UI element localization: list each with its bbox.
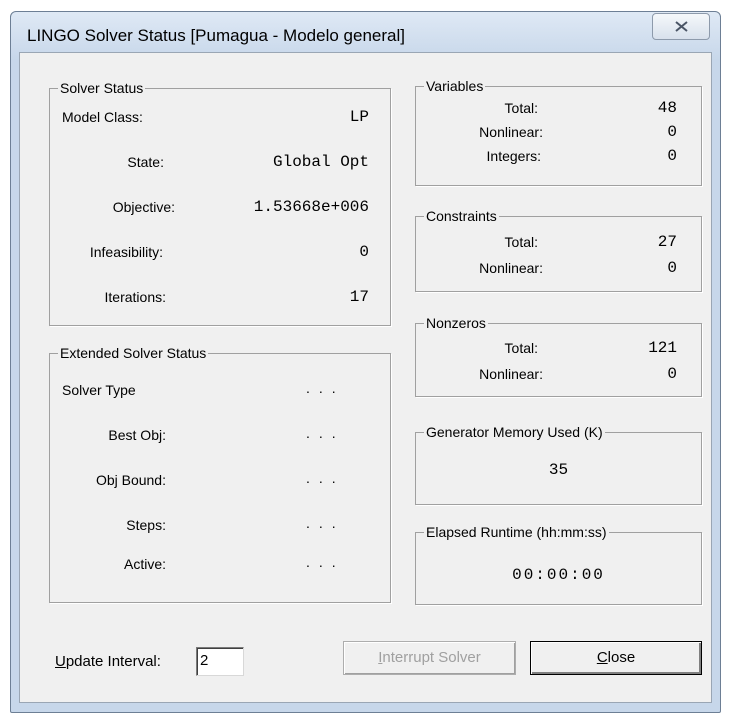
window-title: LINGO Solver Status [Pumagua - Modelo ge… — [27, 26, 405, 45]
elapsed-runtime-group: Elapsed Runtime (hh:mm:ss) — [415, 524, 702, 605]
solver-status-legend: Solver Status — [60, 80, 144, 96]
update-interval-label: Update Interval: — [55, 653, 161, 670]
nonzeros-nonlinear-value: 0 — [667, 365, 677, 383]
interrupt-solver-button[interactable]: Interrupt Solver — [343, 641, 516, 675]
update-interval-label-text: pdate Interval: — [65, 653, 161, 670]
iterations-label: Iterations: — [104, 289, 166, 305]
objective-value: 1.53668e+006 — [253, 198, 369, 216]
close-icon — [675, 21, 688, 32]
active-label: Active: — [123, 556, 166, 572]
infeasibility-label: Infeasibility: — [89, 244, 163, 260]
variables-nonlinear-value: 0 — [667, 123, 677, 141]
variables-nonlinear-label: Nonlinear: — [479, 124, 543, 140]
constraints-total-value: 27 — [657, 233, 677, 251]
variables-integers-label: Integers: — [486, 148, 541, 164]
iterations-value: 17 — [349, 288, 369, 306]
steps-value: ... — [306, 515, 345, 531]
close-label-text: lose — [607, 649, 636, 666]
nonzeros-total-label: Total: — [504, 340, 538, 356]
constraints-total-label: Total: — [504, 234, 538, 250]
generator-memory-legend: Generator Memory Used (K) — [426, 424, 603, 440]
nonzeros-total-value: 121 — [648, 339, 677, 357]
active-value: ... — [306, 554, 345, 570]
variables-total-value: 48 — [657, 99, 677, 117]
state-value: Global Opt — [272, 153, 369, 171]
nonzeros-nonlinear-label: Nonlinear: — [479, 366, 543, 382]
best-obj-label: Best Obj: — [108, 427, 166, 443]
infeasibility-value: 0 — [359, 243, 369, 261]
constraints-nonlinear-value: 0 — [667, 259, 677, 277]
window-close-button[interactable] — [652, 13, 710, 40]
variables-integers-value: 0 — [667, 147, 677, 165]
update-interval-input[interactable]: 2 — [196, 647, 244, 676]
extended-solver-status-legend: Extended Solver Status — [60, 345, 207, 361]
interrupt-label-text: nterrupt Solver — [382, 649, 481, 666]
steps-label: Steps: — [126, 517, 166, 533]
nonzeros-legend: Nonzeros — [426, 315, 486, 331]
elapsed-runtime-legend: Elapsed Runtime (hh:mm:ss) — [426, 524, 607, 540]
solver-type-value: ... — [306, 380, 345, 396]
variables-total-label: Total: — [504, 100, 538, 116]
variables-legend: Variables — [426, 78, 484, 94]
update-interval-mnemonic: U — [55, 653, 66, 670]
constraints-nonlinear-label: Nonlinear: — [479, 260, 543, 276]
close-mnemonic: C — [596, 649, 608, 666]
obj-bound-label: Obj Bound: — [95, 472, 166, 488]
solver-type-label: Solver Type — [62, 382, 136, 398]
state-label: State: — [127, 154, 164, 170]
generator-memory-value: 35 — [548, 461, 569, 479]
best-obj-value: ... — [306, 425, 345, 441]
model-class-label: Model Class: — [62, 109, 143, 125]
constraints-legend: Constraints — [426, 208, 497, 224]
elapsed-runtime-value: 00:00:00 — [512, 566, 605, 584]
obj-bound-value: ... — [306, 470, 345, 486]
close-button[interactable]: Close — [530, 641, 702, 675]
objective-label: Objective: — [112, 199, 175, 215]
model-class-value: LP — [349, 108, 369, 126]
